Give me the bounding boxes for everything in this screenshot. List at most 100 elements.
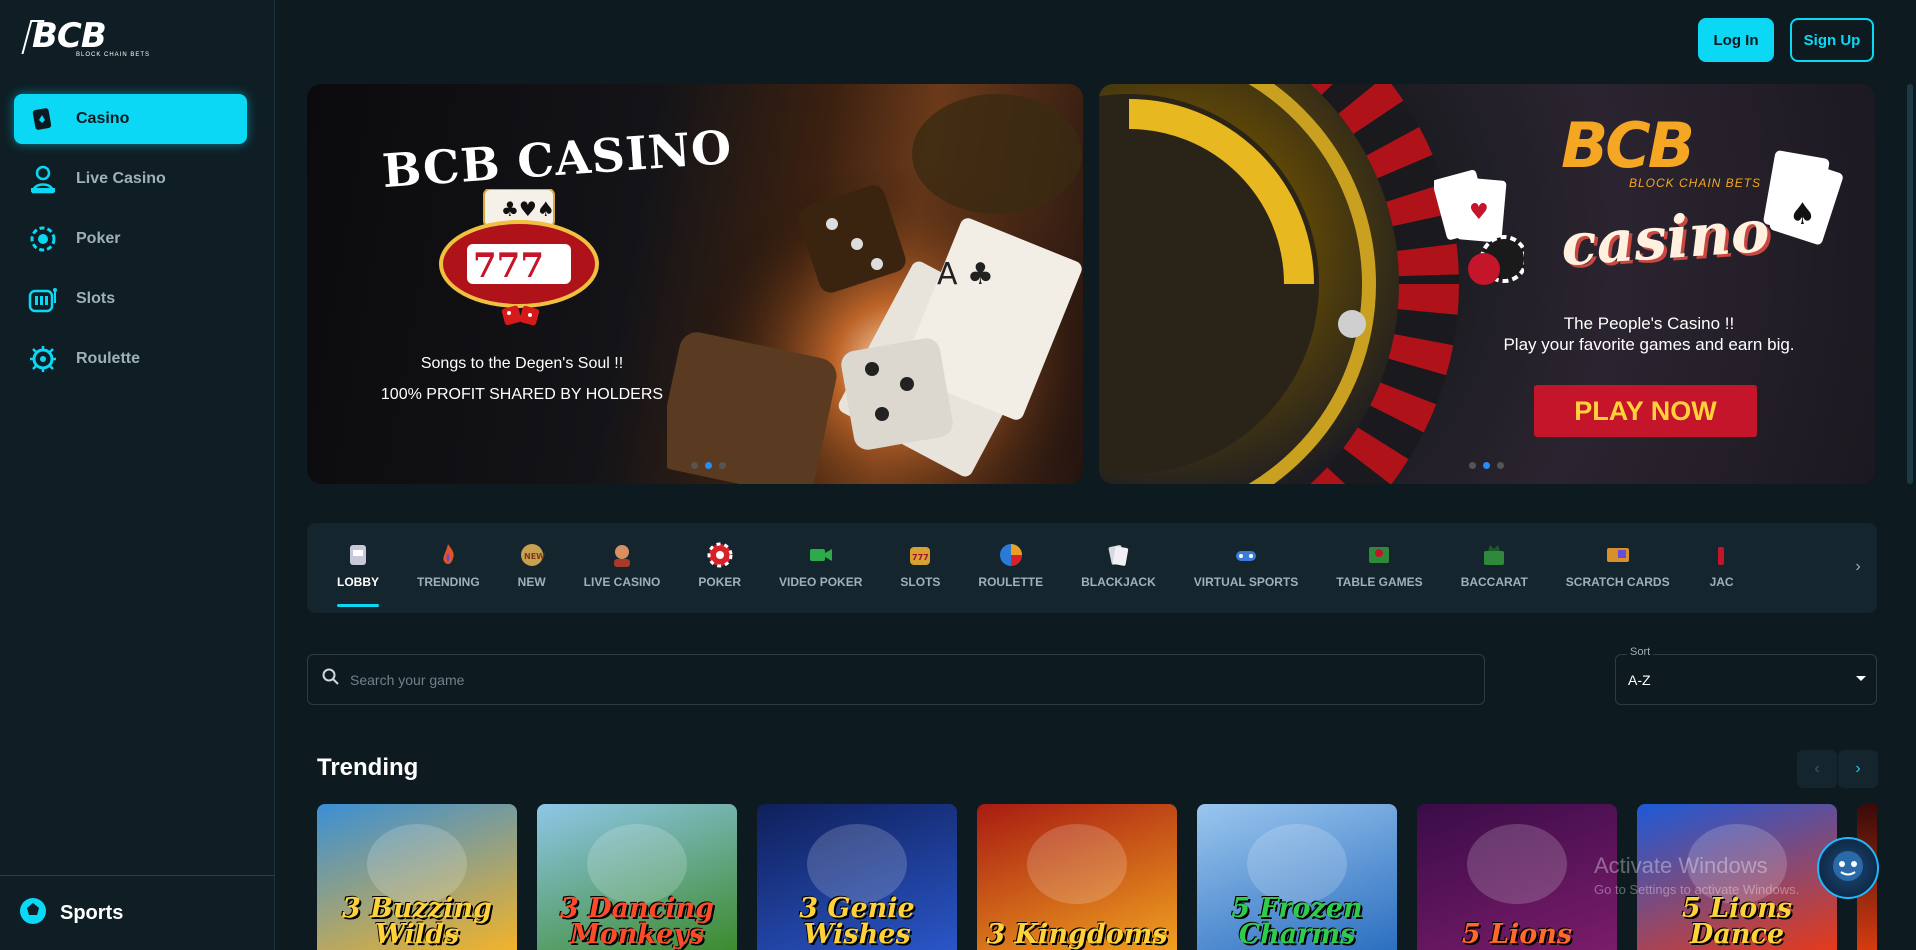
category-tab-label: LOBBY: [337, 575, 379, 589]
sort-value: A-Z: [1628, 671, 1651, 688]
category-tab-scratch-cards[interactable]: SCRATCH CARDS: [1566, 523, 1670, 613]
category-tab-trending[interactable]: TRENDING: [417, 523, 480, 613]
svg-text:♥: ♥: [1469, 200, 1489, 225]
promo-banner-bcb-casino[interactable]: BCB CASINO ♣♥♠ 777 Songs to the Degen's …: [307, 84, 1083, 484]
login-button[interactable]: Log In: [1698, 18, 1774, 62]
category-tab-label: BLACKJACK: [1081, 575, 1156, 589]
video-camera-icon: [807, 541, 835, 569]
category-tab-roulette[interactable]: ROULETTE: [978, 523, 1043, 613]
category-tab-label: SCRATCH CARDS: [1565, 575, 1670, 589]
game-artwork: [1467, 824, 1567, 904]
banner-casino-word: casino: [1558, 196, 1772, 280]
game-title: 3 Kingdoms: [986, 919, 1168, 950]
carousel-dot[interactable]: [1483, 462, 1490, 469]
svg-text:777: 777: [473, 246, 544, 286]
svg-text:A ♣: A ♣: [937, 257, 994, 292]
carousel-dot[interactable]: [705, 462, 712, 469]
carousel-dots: [1469, 462, 1504, 469]
dealer-icon: [608, 541, 636, 569]
game-title: 3 Buzzing Wilds: [341, 893, 493, 950]
category-tab-label: LIVE CASINO: [583, 575, 661, 589]
banner-subtagline: Play your favorite games and earn big.: [1503, 335, 1795, 354]
category-next-button[interactable]: ›: [1847, 556, 1869, 578]
sidebar-item-roulette[interactable]: Roulette: [14, 334, 247, 384]
logo-subtitle: BLOCK CHAIN BETS: [76, 52, 151, 58]
slot-machine-icon: [344, 541, 372, 569]
sidebar-item-live-casino[interactable]: Live Casino: [14, 154, 247, 204]
category-tab-poker[interactable]: POKER: [698, 523, 741, 613]
new-badge-icon: NEW: [518, 541, 546, 569]
sort-select[interactable]: A-Z: [1615, 654, 1877, 705]
carousel-dot[interactable]: [1497, 462, 1504, 469]
sidebar-item-slots[interactable]: Slots: [14, 274, 247, 324]
caret-down-icon: [1856, 676, 1866, 681]
category-tab-table-games[interactable]: TABLE GAMES: [1336, 523, 1423, 613]
sidebar-item-label: Slots: [76, 290, 116, 307]
category-tab-new[interactable]: NEW NEW: [518, 523, 546, 613]
play-now-button[interactable]: PLAY NOW: [1534, 385, 1757, 437]
sidebar: BCB BLOCK CHAIN BETS Casino Live Casino …: [0, 0, 275, 950]
roulette-wheel-illustration: [1099, 84, 1459, 484]
game-card[interactable]: 3 Buzzing Wilds: [317, 804, 517, 950]
game-card[interactable]: 5 Frozen Charms: [1197, 804, 1397, 950]
baccarat-icon: [1480, 541, 1508, 569]
carousel-dot[interactable]: [719, 462, 726, 469]
poker-chip-icon: [706, 541, 734, 569]
category-tab-label: POKER: [698, 575, 742, 589]
carousel-dot[interactable]: [691, 462, 698, 469]
game-title: 5 Lions Dance: [1681, 893, 1793, 950]
chevron-left-icon: ‹: [1814, 760, 1820, 777]
sidebar-item-label: Poker: [76, 230, 121, 247]
trending-prev-button[interactable]: ‹: [1797, 750, 1837, 788]
banner-brand-logo: BCB: [1561, 109, 1695, 182]
game-card[interactable]: 3 Dancing Monkeys: [537, 804, 737, 950]
category-tab-slots[interactable]: 777 SLOTS: [900, 523, 940, 613]
sidebar-item-label: Roulette: [76, 350, 140, 367]
sidebar-item-label: Casino: [76, 110, 130, 127]
svg-text:NEW: NEW: [524, 552, 545, 561]
roulette-wheel-icon: [997, 541, 1025, 569]
promo-banner-play-now[interactable]: BCB BLOCK CHAIN BETS casino ♥ ♠ The Peop…: [1099, 84, 1875, 484]
game-artwork: [807, 824, 907, 904]
scratch-card-icon: [1604, 541, 1632, 569]
chat-avatar-icon: [1829, 847, 1867, 890]
jackpot-icon: [1708, 541, 1736, 569]
page-scrollbar[interactable]: [1907, 84, 1913, 484]
chevron-right-icon: ›: [1855, 558, 1861, 575]
trending-next-button[interactable]: ›: [1838, 750, 1878, 788]
category-tab-label: TRENDING: [417, 575, 480, 589]
carousel-dot[interactable]: [1469, 462, 1476, 469]
sidebar-item-casino[interactable]: Casino: [14, 94, 247, 144]
live-chat-button[interactable]: [1817, 837, 1879, 899]
category-tabs: LOBBY TRENDING NEW NEW LIVE CASINO POKER VIDEO…: [307, 523, 1877, 613]
sidebar-item-sports[interactable]: Sports: [0, 875, 275, 950]
category-tab-video-poker[interactable]: VIDEO POKER: [779, 523, 862, 613]
category-tab-jac[interactable]: JAC: [1708, 523, 1736, 613]
signup-button[interactable]: Sign Up: [1790, 18, 1874, 62]
category-tab-virtual-sports[interactable]: VIRTUAL SPORTS: [1194, 523, 1298, 613]
game-title: 3 Dancing Monkeys: [560, 893, 714, 950]
roulette-icon: [28, 344, 58, 374]
game-artwork: [367, 824, 467, 904]
game-card[interactable]: 5 Lions: [1417, 804, 1617, 950]
category-tab-blackjack[interactable]: BLACKJACK: [1081, 523, 1156, 613]
watermark-line1: Activate Windows: [1594, 853, 1768, 878]
brand-logo[interactable]: BCB BLOCK CHAIN BETS: [21, 18, 149, 64]
game-card[interactable]: 3 Kingdoms: [977, 804, 1177, 950]
svg-text:♣♥♠: ♣♥♠: [501, 197, 555, 221]
category-tab-label: SLOTS: [900, 575, 941, 589]
flame-icon: [434, 541, 462, 569]
category-tab-label: ROULETTE: [978, 575, 1044, 589]
search-input[interactable]: [350, 671, 1484, 688]
gamepad-icon: [1232, 541, 1260, 569]
sidebar-item-poker[interactable]: Poker: [14, 214, 247, 264]
category-tab-lobby[interactable]: LOBBY: [337, 523, 379, 613]
sports-icon: [18, 896, 48, 931]
category-tab-live-casino[interactable]: LIVE CASINO: [583, 523, 661, 613]
game-card[interactable]: 3 Genie Wishes: [757, 804, 957, 950]
trending-title: Trending: [317, 754, 419, 781]
slot-777-icon: 777: [906, 541, 934, 569]
banner-brand-subtitle: BLOCK CHAIN BETS: [1629, 176, 1762, 190]
table-icon: [1365, 541, 1393, 569]
category-tab-baccarat[interactable]: BACCARAT: [1461, 523, 1528, 613]
